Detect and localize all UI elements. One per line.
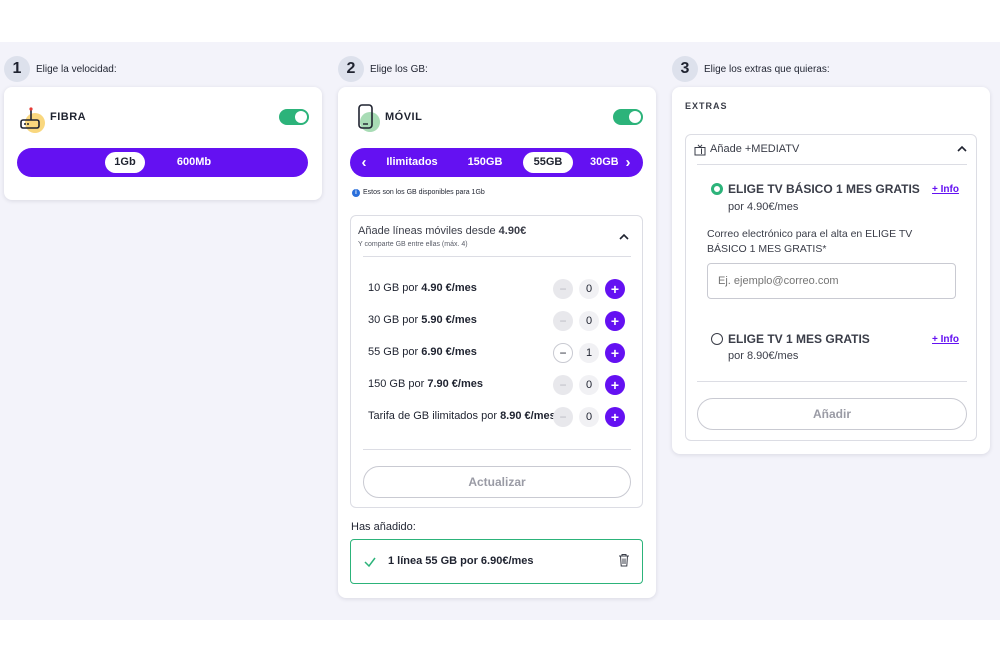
option-name-elige-tv-basico: ELIGE TV BÁSICO 1 MES GRATIS: [728, 182, 920, 196]
add-lines-title: Añade líneas móviles desde 4.90€: [358, 225, 527, 237]
speed-selector: 1Gb 600Mb: [17, 148, 308, 177]
extras-card: EXTRAS Añade +MEDIATV ELIGE TV BÁSICO 1 …: [672, 87, 990, 454]
fibra-title: FIBRA: [50, 111, 87, 123]
quantity-value: 0: [579, 407, 599, 427]
mediatv-panel: Añade +MEDIATV ELIGE TV BÁSICO 1 MES GRA…: [685, 134, 977, 441]
line-option-ilimitados: Tarifa de GB ilimitados por 8.90 €/mes −…: [368, 406, 626, 428]
speed-option-600mb[interactable]: 600Mb: [165, 152, 223, 173]
gb-info-note: Estos son los GB disponibles para 1Gb: [363, 189, 485, 196]
gb-option-30gb[interactable]: 30GB: [590, 152, 618, 173]
more-info-link[interactable]: + Info: [932, 184, 959, 195]
router-icon: [18, 105, 46, 133]
gb-option-55gb[interactable]: 55GB: [523, 152, 573, 173]
fibra-toggle[interactable]: [279, 109, 309, 125]
chevron-up-icon[interactable]: [617, 230, 631, 244]
trash-icon[interactable]: [618, 553, 630, 567]
chevron-up-icon[interactable]: [955, 142, 969, 156]
quantity-value: 0: [579, 279, 599, 299]
added-item-text: 1 línea 55 GB por 6.90€/mes: [388, 555, 534, 567]
gb-option-ilimitados[interactable]: Ilimitados: [380, 152, 444, 173]
decrement-button[interactable]: −: [553, 279, 573, 299]
tv-icon: [694, 143, 706, 156]
step-label: Elige los GB:: [370, 63, 428, 75]
gb-next-arrow[interactable]: ›: [618, 152, 638, 173]
gb-option-150gb[interactable]: 150GB: [460, 152, 510, 173]
decrement-button[interactable]: −: [553, 311, 573, 331]
decrement-button[interactable]: −: [553, 375, 573, 395]
quantity-value: 0: [579, 311, 599, 331]
fibra-card: FIBRA 1Gb 600Mb: [4, 87, 322, 200]
step-label: Elige la velocidad:: [36, 63, 117, 75]
movil-toggle[interactable]: [613, 109, 643, 125]
line-option-150gb: 150 GB por 7.90 €/mes − 0 +: [368, 374, 626, 396]
increment-button[interactable]: +: [605, 375, 625, 395]
email-input[interactable]: [707, 263, 956, 299]
step-number: 1: [4, 56, 30, 82]
line-option-10gb: 10 GB por 4.90 €/mes − 0 +: [368, 278, 626, 300]
quantity-value: 1: [579, 343, 599, 363]
gb-selector: ‹ Ilimitados 150GB 55GB 30GB ›: [350, 148, 643, 177]
quantity-value: 0: [579, 375, 599, 395]
info-icon: i: [352, 189, 360, 197]
line-option-55gb: 55 GB por 6.90 €/mes − 1 +: [368, 342, 626, 364]
radio-elige-tv-basico[interactable]: [711, 183, 723, 195]
divider: [363, 256, 631, 257]
add-button[interactable]: Añadir: [697, 398, 967, 430]
add-lines-subtitle: Y comparte GB entre ellas (máx. 4): [358, 241, 468, 248]
step-1-header: 1 Elige la velocidad:: [4, 56, 117, 82]
step-number: 3: [672, 56, 698, 82]
radio-elige-tv[interactable]: [711, 333, 723, 345]
increment-button[interactable]: +: [605, 279, 625, 299]
option-price: por 4.90€/mes: [728, 201, 799, 213]
divider: [697, 381, 967, 382]
extras-title: EXTRAS: [685, 101, 728, 111]
added-label: Has añadido:: [351, 521, 416, 533]
checkmark-icon: [363, 555, 377, 569]
movil-title: MÓVIL: [385, 111, 423, 123]
speed-option-1gb[interactable]: 1Gb: [105, 152, 145, 173]
divider: [363, 449, 631, 450]
increment-button[interactable]: +: [605, 343, 625, 363]
more-info-link[interactable]: + Info: [932, 334, 959, 345]
step-label: Elige los extras que quieras:: [704, 63, 830, 75]
add-lines-panel: Añade líneas móviles desde 4.90€ Y compa…: [350, 215, 643, 508]
mediatv-section-title: Añade +MEDIATV: [710, 143, 800, 155]
added-item-box: 1 línea 55 GB por 6.90€/mes: [350, 539, 643, 584]
update-button[interactable]: Actualizar: [363, 466, 631, 498]
email-label: Correo electrónico para el alta en ELIGE…: [707, 228, 913, 255]
decrement-button[interactable]: −: [553, 407, 573, 427]
increment-button[interactable]: +: [605, 311, 625, 331]
decrement-button[interactable]: −: [553, 343, 573, 363]
step-2-header: 2 Elige los GB:: [338, 56, 428, 82]
step-number: 2: [338, 56, 364, 82]
increment-button[interactable]: +: [605, 407, 625, 427]
option-price: por 8.90€/mes: [728, 350, 799, 362]
option-name-elige-tv: ELIGE TV 1 MES GRATIS: [728, 332, 870, 346]
line-option-30gb: 30 GB por 5.90 €/mes − 0 +: [368, 310, 626, 332]
step-3-header: 3 Elige los extras que quieras:: [672, 56, 830, 82]
gb-prev-arrow[interactable]: ‹: [354, 152, 374, 173]
divider: [697, 164, 967, 165]
movil-card: MÓVIL ‹ Ilimitados 150GB 55GB 30GB › i E…: [338, 87, 656, 598]
mobile-phone-icon: [354, 103, 382, 133]
